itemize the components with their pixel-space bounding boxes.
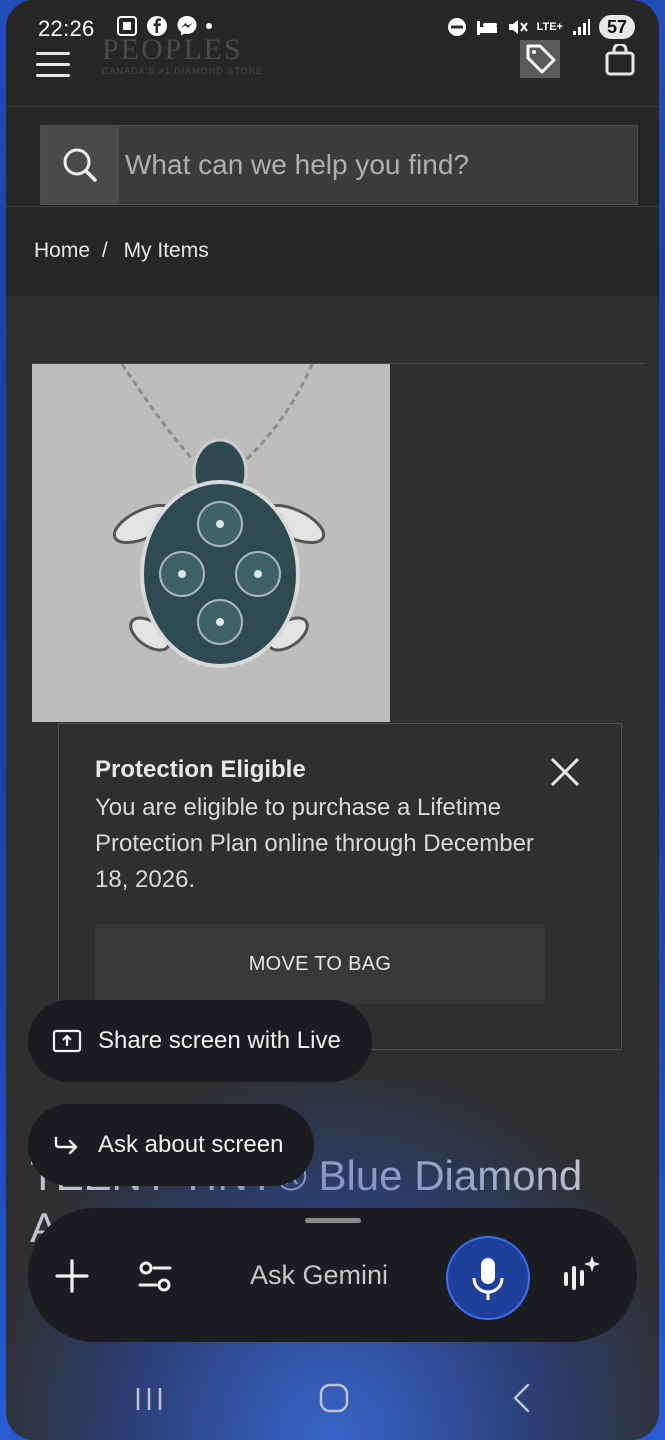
search-bar	[6, 107, 659, 207]
share-screen-live-button[interactable]: Share screen with Live	[28, 1000, 372, 1082]
signal-icon	[572, 19, 590, 35]
share-screen-label: Share screen with Live	[98, 1027, 341, 1054]
forward-arrow-icon	[54, 1136, 78, 1155]
bed-icon	[476, 21, 497, 35]
drag-handle[interactable]	[305, 1218, 361, 1223]
product-image[interactable]	[32, 364, 390, 722]
do-not-disturb-icon	[447, 18, 466, 36]
device-frame: PEOPLES CANADA'S #1 DIAMOND STORE Home	[0, 0, 665, 1440]
back-icon[interactable]	[508, 1382, 536, 1414]
breadcrumb-current: My Items	[123, 239, 209, 262]
recent-apps-icon[interactable]	[134, 1386, 164, 1412]
messenger-icon	[177, 16, 197, 36]
status-bar: 22:26 LTE+ 57	[0, 0, 665, 46]
logo-tagline: CANADA'S #1 DIAMOND STORE	[102, 66, 264, 76]
network-type: LTE+	[536, 21, 563, 33]
protection-title: Protection Eligible	[95, 756, 306, 783]
battery-level: 57	[598, 15, 635, 39]
ask-about-screen-label: Ask about screen	[98, 1131, 284, 1158]
notification-dot	[206, 23, 212, 29]
status-time: 22:26	[38, 16, 95, 41]
menu-icon[interactable]	[36, 52, 70, 77]
facebook-icon	[147, 16, 167, 36]
move-to-bag-button[interactable]: MOVE TO BAG	[95, 924, 545, 1004]
ask-gemini-input[interactable]: Ask Gemini	[250, 1260, 388, 1291]
breadcrumb-home[interactable]: Home	[34, 239, 90, 262]
shopping-bag-icon[interactable]	[604, 42, 636, 76]
breadcrumb: Home / My Items	[6, 207, 659, 296]
microphone-button[interactable]	[446, 1236, 530, 1320]
search-input[interactable]	[121, 126, 631, 204]
plus-icon[interactable]	[54, 1258, 90, 1294]
system-nav-bar	[0, 1354, 665, 1440]
gemini-live-icon[interactable]	[560, 1254, 600, 1296]
screenshot-icon	[117, 16, 137, 36]
ask-about-screen-button[interactable]: Ask about screen	[28, 1104, 314, 1186]
notification-icons	[116, 15, 212, 37]
mute-icon	[508, 20, 528, 34]
close-icon[interactable]	[549, 756, 581, 788]
microphone-icon	[472, 1258, 504, 1300]
system-icons: LTE+ 57	[447, 15, 635, 39]
home-icon[interactable]	[318, 1382, 350, 1414]
search-icon[interactable]	[41, 126, 119, 204]
settings-sliders-icon[interactable]	[136, 1258, 174, 1296]
share-screen-icon	[52, 1029, 82, 1053]
breadcrumb-separator: /	[101, 239, 108, 262]
gemini-input-bar: Ask Gemini	[28, 1208, 637, 1342]
protection-message: You are eligible to purchase a Lifetime …	[95, 794, 534, 893]
search-box	[40, 125, 638, 205]
